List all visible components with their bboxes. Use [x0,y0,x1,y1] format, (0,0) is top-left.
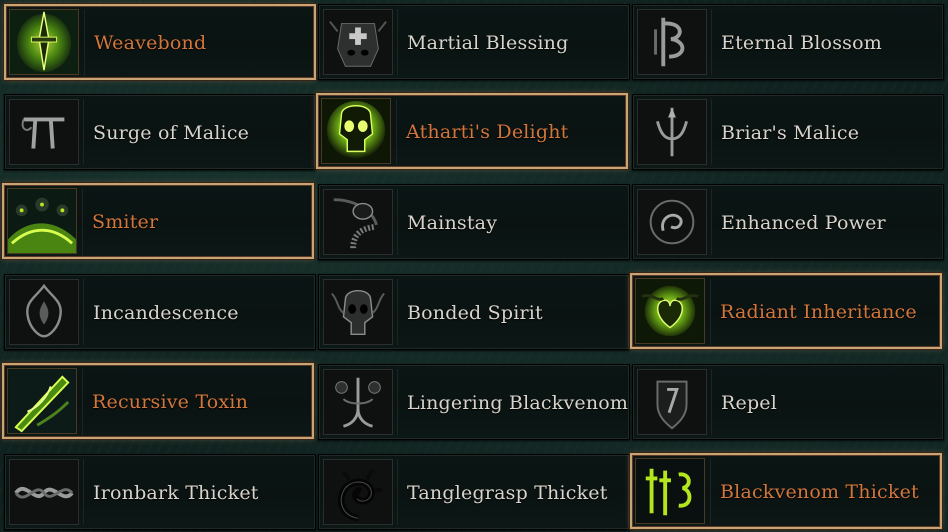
talent-lingering-blackvenom[interactable]: Lingering Blackvenom [318,364,630,440]
divider [397,9,398,75]
divider [397,279,398,345]
talent-label: Surge of Malice [93,122,250,144]
talent-label: Enhanced Power [721,212,886,234]
divider [711,99,712,165]
twin-skull-icon [323,279,393,345]
talent-label: Ironbark Thicket [93,482,259,504]
talent-label: Radiant Inheritance [720,301,917,323]
talent-grid: Weavebond Martial Blessing Eternal Bloss… [0,0,948,532]
divider [84,10,85,76]
talent-label: Martial Blessing [407,32,569,54]
glowing-sword-icon [9,9,79,75]
talent-label: Mainstay [407,212,498,234]
divider [711,189,712,255]
divider [397,459,398,525]
talent-smiter[interactable]: Smiter [2,183,314,259]
talent-martial-blessing[interactable]: Martial Blessing [318,4,630,80]
divider [397,369,398,435]
vine-spiral-icon [323,459,393,525]
flame-sigil-icon [9,279,79,345]
talent-label: Smiter [92,211,159,233]
pi-glyph-icon [9,99,79,165]
thorn-knot-icon [9,459,79,525]
talent-surge-of-malice[interactable]: Surge of Malice [4,94,316,170]
venom-faces-icon [323,369,393,435]
divider [83,459,84,525]
talent-label: Briar's Malice [721,122,860,144]
talent-label: Weavebond [94,32,207,54]
talent-mainstay[interactable]: Mainstay [318,184,630,260]
talent-blackvenom-thicket[interactable]: Blackvenom Thicket [630,453,942,529]
talent-repel[interactable]: Repel [632,364,944,440]
talent-label: Incandescence [93,302,239,324]
spiral-hook-icon [323,189,393,255]
rune-glyph-icon [637,9,707,75]
talent-recursive-toxin[interactable]: Recursive Toxin [2,363,314,439]
talent-weavebond[interactable]: Weavebond [4,4,316,80]
green-runes-icon [635,458,705,524]
talent-label: Bonded Spirit [407,302,543,324]
glowing-skull-icon [321,98,391,164]
swirl-orb-icon [637,189,707,255]
glowing-heart-thorns-icon [635,278,705,344]
talent-bonded-spirit[interactable]: Bonded Spirit [318,274,630,350]
talent-radiant-inheritance[interactable]: Radiant Inheritance [630,273,942,349]
divider [711,369,712,435]
divider [711,9,712,75]
talent-ironbark-thicket[interactable]: Ironbark Thicket [4,454,316,530]
talent-tanglegrasp-thicket[interactable]: Tanglegrasp Thicket [318,454,630,530]
divider [396,99,397,165]
green-blade-icon [7,368,77,434]
divider [83,279,84,345]
thorn-trident-icon [637,99,707,165]
shield-rune-icon [637,369,707,435]
divider [83,99,84,165]
talent-briars-malice[interactable]: Briar's Malice [632,94,944,170]
talent-label: Blackvenom Thicket [720,481,919,503]
divider [82,189,83,255]
green-orbs-icon [7,188,77,254]
talent-label: Repel [721,392,778,414]
talent-eternal-blossom[interactable]: Eternal Blossom [632,4,944,80]
talent-athartis-delight[interactable]: Atharti's Delight [316,93,628,169]
talent-label: Lingering Blackvenom [407,392,629,414]
divider [710,459,711,525]
talent-enhanced-power[interactable]: Enhanced Power [632,184,944,260]
talent-label: Atharti's Delight [406,121,569,143]
helmet-cross-icon [323,9,393,75]
divider [710,279,711,345]
talent-incandescence[interactable]: Incandescence [4,274,316,350]
divider [82,369,83,435]
talent-label: Eternal Blossom [721,32,882,54]
divider [397,189,398,255]
talent-label: Tanglegrasp Thicket [407,482,608,504]
talent-label: Recursive Toxin [92,391,249,413]
